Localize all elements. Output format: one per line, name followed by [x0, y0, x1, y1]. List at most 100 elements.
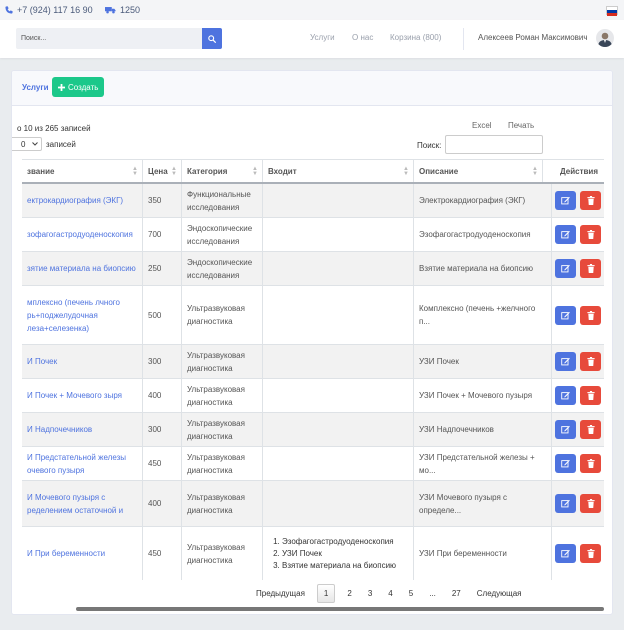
cell-name[interactable]: И Мочевого пузыря с ределением остаточно…	[22, 481, 142, 526]
cell-name[interactable]: зофагогастродуоденоскопия	[22, 218, 142, 251]
cell-name-text[interactable]: И Почек	[27, 355, 57, 368]
header-includes[interactable]: Входит ▲ ▼	[262, 160, 413, 182]
chevron-down-icon	[32, 142, 38, 146]
edit-button[interactable]	[555, 386, 576, 405]
excel-button[interactable]: Excel	[472, 121, 492, 130]
cell-description-text: Электрокардиография (ЭКГ)	[419, 196, 526, 205]
cell-name-text[interactable]: И Надпочечников	[27, 423, 92, 436]
cell-category-text: Эндоскопические исследования	[187, 223, 253, 246]
cell-includes: ЭзофагогастродуоденоскопияУЗИ ПочекВзяти…	[262, 527, 413, 580]
includes-list: ЭзофагогастродуоденоскопияУЗИ ПочекВзяти…	[268, 536, 396, 572]
cell-category: Функциональные исследования	[181, 184, 262, 217]
search-input[interactable]	[16, 28, 202, 49]
user-avatar[interactable]	[596, 29, 614, 47]
nav-link-about[interactable]: О нас	[352, 33, 373, 42]
cell-name-text[interactable]: И Предстательной железы очевого пузыря	[27, 451, 137, 477]
pagination-page-1[interactable]: 1	[316, 584, 336, 603]
cell-name-text[interactable]: мплексно (печень лчного рь+поджелудочная…	[27, 296, 137, 335]
cell-price: 250	[142, 252, 181, 285]
delete-button[interactable]	[580, 420, 601, 439]
row-actions	[551, 447, 604, 480]
services-table: звание ▲ ▼ Цена ▲ ▼ Категория ▲ ▼ Входит ▲ ▼ Опи…	[22, 159, 604, 580]
edit-button[interactable]	[555, 420, 576, 439]
row-actions	[551, 345, 604, 378]
sort-icon: ▲ ▼	[532, 166, 538, 177]
pagination-page-4[interactable]: 4	[380, 584, 400, 603]
edit-button[interactable]	[555, 454, 576, 473]
print-button[interactable]: Печать	[508, 121, 534, 130]
nav-link-cart[interactable]: Корзина (800)	[390, 33, 441, 42]
row-actions	[551, 252, 604, 285]
cell-description: УЗИ Мочевого пузыря с определе...	[413, 481, 551, 526]
page-length-select[interactable]: 0	[12, 137, 42, 151]
pagination-next[interactable]: Следующая	[469, 584, 530, 603]
cell-includes	[262, 447, 413, 480]
table-search-input[interactable]	[445, 135, 543, 154]
create-button-label: Создать	[68, 82, 99, 92]
pagination-page-2[interactable]: 2	[339, 584, 359, 603]
delete-button[interactable]	[580, 305, 601, 325]
edit-icon	[561, 499, 570, 508]
includes-item: Эзофагогастродуоденоскопия	[282, 536, 396, 548]
edit-button[interactable]	[555, 544, 576, 563]
page-length-control: 0 записей	[12, 137, 76, 151]
pagination-page-27[interactable]: 27	[444, 584, 469, 603]
cell-name[interactable]: И Почек	[22, 345, 142, 378]
cell-name[interactable]: И Надпочечников	[22, 413, 142, 446]
table-row: зофагогастродуоденоскопия 700 Эндоскопичес…	[22, 218, 604, 252]
header-category[interactable]: Категория ▲ ▼	[181, 160, 262, 182]
edit-icon	[561, 549, 570, 558]
cell-price-text: 500	[148, 310, 162, 320]
edit-button[interactable]	[555, 191, 576, 210]
header-description[interactable]: Описание ▲ ▼	[413, 160, 542, 182]
edit-button[interactable]	[555, 352, 576, 371]
cell-name-text[interactable]: зятие материала на биопсию	[27, 262, 136, 275]
cell-description-text: УЗИ Почек	[419, 357, 459, 366]
pagination-page-3[interactable]: 3	[360, 584, 380, 603]
edit-button[interactable]	[555, 225, 576, 244]
cell-description-text: УЗИ При беременности	[419, 549, 507, 558]
edit-button[interactable]	[555, 494, 576, 513]
create-button[interactable]: Создать	[52, 77, 105, 97]
cell-includes	[262, 345, 413, 378]
header-price[interactable]: Цена ▲ ▼	[142, 160, 181, 182]
table-search-label: Поиск:	[417, 141, 442, 150]
phone-contact[interactable]: +7 (924) 117 16 90	[5, 5, 93, 15]
cell-name-text[interactable]: И Мочевого пузыря с ределением остаточно…	[27, 491, 137, 517]
delivery-count: 1250	[120, 5, 141, 15]
edit-button[interactable]	[555, 305, 576, 325]
horizontal-scrollbar[interactable]	[76, 607, 604, 611]
cell-name[interactable]: ектрокардиография (ЭКГ)	[22, 184, 142, 217]
delete-button[interactable]	[580, 259, 601, 278]
pagination-page-5[interactable]: 5	[401, 584, 421, 603]
cell-name[interactable]: И Почек + Мочевого зыря	[22, 379, 142, 412]
phone-number[interactable]: +7 (924) 117 16 90	[17, 5, 93, 15]
delete-button[interactable]	[580, 386, 601, 405]
delete-button[interactable]	[580, 454, 601, 473]
delete-button[interactable]	[580, 191, 601, 210]
trash-icon	[586, 499, 595, 508]
delete-button[interactable]	[580, 352, 601, 371]
header-name[interactable]: звание ▲ ▼	[22, 160, 142, 182]
cell-name[interactable]: И Предстательной железы очевого пузыря	[22, 447, 142, 480]
nav-link-services[interactable]: Услуги	[310, 33, 335, 42]
cell-name[interactable]: мплексно (печень лчного рь+поджелудочная…	[22, 286, 142, 344]
pagination-prev[interactable]: Предыдущая	[248, 584, 313, 603]
cell-name-text[interactable]: зофагогастродуоденоскопия	[27, 228, 133, 241]
cell-name-text[interactable]: И Почек + Мочевого зыря	[27, 389, 122, 402]
table-row: И Мочевого пузыря с ределением остаточно…	[22, 481, 604, 527]
cell-name[interactable]: зятие материала на биопсию	[22, 252, 142, 285]
russian-flag-icon[interactable]	[606, 6, 618, 16]
edit-button[interactable]	[555, 259, 576, 278]
user-name[interactable]: Алексеев Роман Максимович	[478, 33, 588, 42]
search-button[interactable]	[202, 28, 222, 49]
delete-button[interactable]	[580, 494, 601, 513]
delete-button[interactable]	[580, 225, 601, 244]
cell-description: УЗИ Почек	[413, 345, 551, 378]
cell-name-text[interactable]: И При беременности	[27, 547, 105, 560]
cell-name-text[interactable]: ектрокардиография (ЭКГ)	[27, 194, 123, 207]
delete-button[interactable]	[580, 544, 601, 563]
trash-icon	[586, 196, 595, 205]
cell-description: УЗИ Надпочечников	[413, 413, 551, 446]
cell-name[interactable]: И При беременности	[22, 527, 142, 580]
